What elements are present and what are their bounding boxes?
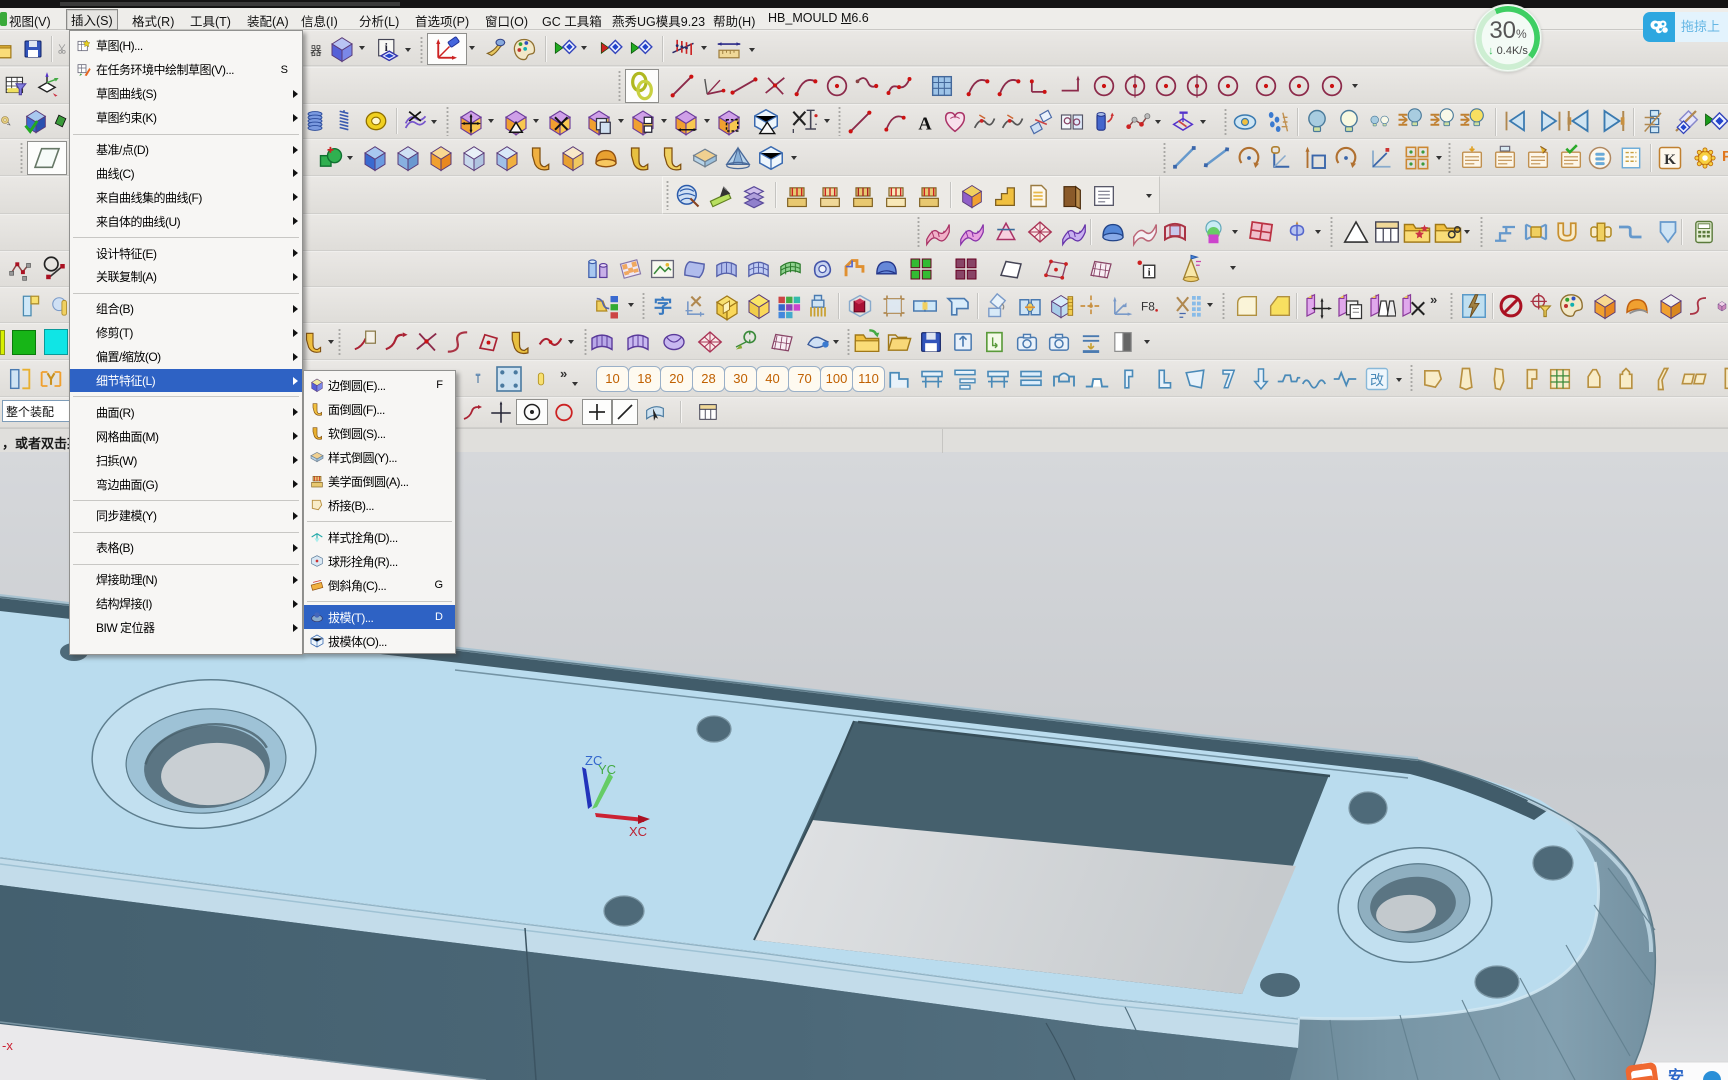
svg-text:器: 器 (310, 45, 322, 58)
svg-text:XC: XC (629, 824, 647, 839)
svg-text:K: K (1664, 151, 1676, 168)
svg-text:F8: F8 (1141, 299, 1155, 313)
svg-text:字: 字 (654, 296, 673, 317)
svg-text:改: 改 (1370, 372, 1384, 388)
svg-text:i: i (1148, 267, 1151, 278)
svg-text:YC: YC (598, 762, 616, 777)
svg-text:安: 安 (1668, 1067, 1684, 1080)
svg-text:A: A (918, 114, 932, 134)
svg-text:-x: -x (2, 1038, 13, 1053)
